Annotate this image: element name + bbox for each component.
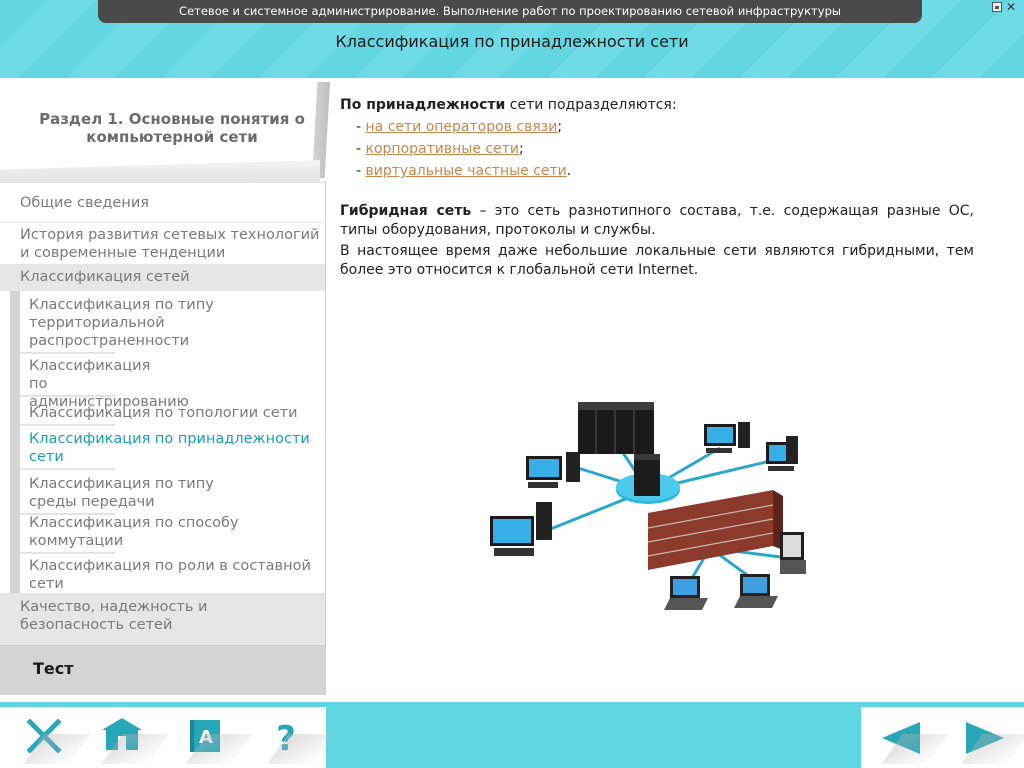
- section-title: Раздел 1. Основные понятия о компьютерно…: [39, 110, 305, 146]
- help-button[interactable]: ?: [262, 712, 335, 764]
- network-illustration: [490, 402, 806, 610]
- list-punct: .: [566, 163, 572, 179]
- page-title: Классификация по принадлежности сети: [335, 32, 689, 51]
- next-button[interactable]: [956, 712, 1024, 764]
- sidebar-item-history[interactable]: История развития сетевых технологий и со…: [0, 222, 326, 264]
- firewall-icon: [647, 490, 783, 570]
- section-header: Раздел 1. Основные понятия о компьютерно…: [0, 78, 330, 184]
- link-corporate-networks[interactable]: корпоративные сети: [366, 141, 519, 157]
- window-menu-icon[interactable]: [992, 2, 1002, 12]
- main-content: По принадлежности сети подразделяются: -…: [340, 94, 974, 280]
- subitem-divider: [20, 395, 115, 397]
- subitem-topology[interactable]: Классификация по топологии сети: [20, 404, 316, 426]
- sidebar-border: [325, 180, 326, 694]
- hub-server: [634, 454, 660, 496]
- laptop-icon: [734, 574, 778, 608]
- list-punct: ;: [557, 119, 563, 135]
- subitem-label: Классификация по способу коммутации: [29, 515, 239, 549]
- sidebar-item-classification[interactable]: Классификация сетей: [0, 264, 326, 291]
- workstation-icon: [766, 436, 798, 471]
- course-title-bar: Сетевое и системное администрирование. В…: [98, 0, 922, 23]
- sidebar-item-general[interactable]: Общие сведения: [0, 182, 326, 222]
- subitem-switching[interactable]: Классификация по способу коммутации: [20, 514, 245, 554]
- link-vpn[interactable]: виртуальные частные сети: [366, 163, 567, 179]
- laptop-icon: [664, 576, 708, 610]
- subitem-label: Классификация по принадлежности сети: [29, 431, 310, 465]
- subitem-ownership[interactable]: Классификация по принадлежности сети: [20, 430, 316, 470]
- workstation-icon: [704, 422, 750, 453]
- sidebar-item-label: Качество, надежность и безопасность сете…: [20, 599, 208, 633]
- subitem-label: Классификация по типу среды передачи: [29, 476, 214, 510]
- subitem-role[interactable]: Классификация по роли в составной сети: [20, 557, 316, 597]
- list-item: - виртуальные частные сети.: [340, 160, 974, 182]
- section-shadow-decoration: [0, 160, 320, 184]
- sidebar-item-quality[interactable]: Качество, надежность и безопасность сете…: [0, 593, 326, 645]
- subitem-divider: [20, 352, 115, 354]
- intro-rest: сети подразделяются:: [505, 97, 677, 113]
- workstation-icon: [490, 502, 552, 556]
- subitem-administration[interactable]: Классификация по администрированию: [20, 357, 189, 410]
- hub-server-top: [634, 454, 660, 460]
- subitem-label: Классификация по роли в составной сети: [29, 558, 311, 592]
- course-title: Сетевое и системное администрирование. В…: [179, 4, 841, 18]
- hybrid-definition: Гибридная сеть – это сеть разнотипного с…: [340, 202, 974, 240]
- sidebar: Раздел 1. Основные понятия о компьютерно…: [0, 78, 330, 702]
- submenu: Классификация по типу территориальной ра…: [10, 291, 326, 597]
- close-button[interactable]: [18, 712, 91, 764]
- hybrid-note: В настоящее время даже небольшие локальн…: [340, 243, 974, 278]
- subitem-divider: [20, 424, 115, 426]
- list-dash: -: [356, 119, 366, 135]
- subitem-medium[interactable]: Классификация по типу среды передачи: [20, 475, 265, 515]
- window-close-icon[interactable]: ✕: [1004, 1, 1018, 13]
- list-item: - корпоративные сети;: [340, 138, 974, 160]
- link-operator-networks[interactable]: на сети операторов связи: [366, 119, 558, 135]
- home-button[interactable]: [96, 712, 169, 764]
- subitem-divider: [20, 468, 115, 470]
- subitem-label: Классификация по топологии сети: [29, 405, 298, 421]
- sidebar-item-test[interactable]: Тест: [0, 645, 326, 695]
- list-dash: -: [356, 163, 366, 179]
- intro-text: По принадлежности сети подразделяются:: [340, 94, 974, 116]
- list-item: - на сети операторов связи;: [340, 116, 974, 138]
- laptop-icon: [780, 532, 806, 574]
- glossary-button[interactable]: A: [180, 712, 253, 764]
- subitem-label: Классификация по типу территориальной ра…: [29, 297, 214, 349]
- subitem-divider: [20, 552, 115, 554]
- intro-bold: По принадлежности: [340, 97, 506, 113]
- subitem-territorial[interactable]: Классификация по типу территориальной ра…: [20, 296, 316, 354]
- hybrid-term: Гибридная сеть: [340, 203, 472, 219]
- workstation-icon: [526, 452, 580, 488]
- sidebar-menu: Общие сведения История развития сетевых …: [0, 182, 326, 768]
- subitem-label: Классификация по администрированию: [29, 358, 189, 410]
- server-rack: [578, 402, 654, 454]
- prev-button[interactable]: [876, 712, 949, 764]
- list-punct: ;: [518, 141, 524, 157]
- app-window: { "window": { "top_title": "Сетевое и си…: [0, 0, 1024, 768]
- list-dash: -: [356, 141, 366, 157]
